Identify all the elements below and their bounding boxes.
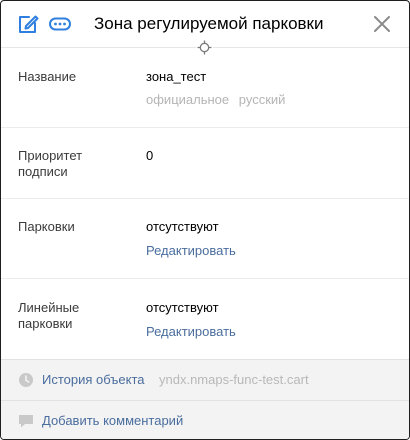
hint-official: официальное	[146, 92, 230, 107]
more-icon[interactable]	[48, 12, 72, 36]
parkings-value: отсутствуют	[146, 219, 219, 234]
field-divider	[1, 198, 409, 199]
name-hints: официальное русский	[146, 92, 291, 108]
hint-language: русский	[238, 92, 286, 107]
priority-label-line2: подписи	[18, 164, 68, 179]
comment-icon	[19, 415, 33, 428]
history-source: yndx.nmaps-func-test.cart	[159, 372, 309, 387]
field-divider	[1, 278, 409, 279]
object-card: Зона регулируемой парковки Название зона…	[0, 0, 410, 440]
parkings-edit-link[interactable]: Редактировать	[146, 243, 236, 259]
priority-value: 0	[146, 148, 154, 163]
linear-parkings-value: отсутствуют	[146, 300, 219, 315]
card-footer: История объекта yndx.nmaps-func-test.car…	[1, 359, 409, 439]
linear-parkings-label-line2: парковки	[18, 316, 73, 331]
linear-parkings-label-line1: Линейные	[18, 300, 80, 315]
priority-label-line1: Приоритет	[18, 148, 83, 163]
history-row: История объекта yndx.nmaps-func-test.car…	[1, 360, 409, 400]
comment-row: Добавить комментарий	[1, 400, 409, 439]
edit-icon[interactable]	[16, 12, 40, 36]
field-divider	[1, 127, 409, 128]
card-title: Зона регулируемой парковки	[94, 14, 324, 33]
name-label: Название	[18, 69, 77, 84]
target-icon[interactable]	[196, 39, 213, 56]
close-icon[interactable]	[370, 12, 394, 36]
name-value: зона_тест	[146, 69, 207, 84]
priority-label: Приоритет подписи	[18, 148, 82, 180]
history-link[interactable]: История объекта	[42, 372, 145, 388]
linear-parkings-edit-link[interactable]: Редактировать	[146, 324, 236, 340]
add-comment-link[interactable]: Добавить комментарий	[42, 413, 183, 429]
parkings-label: Парковки	[18, 219, 75, 234]
clock-icon	[19, 373, 33, 387]
linear-parkings-label: Линейные парковки	[18, 300, 79, 332]
